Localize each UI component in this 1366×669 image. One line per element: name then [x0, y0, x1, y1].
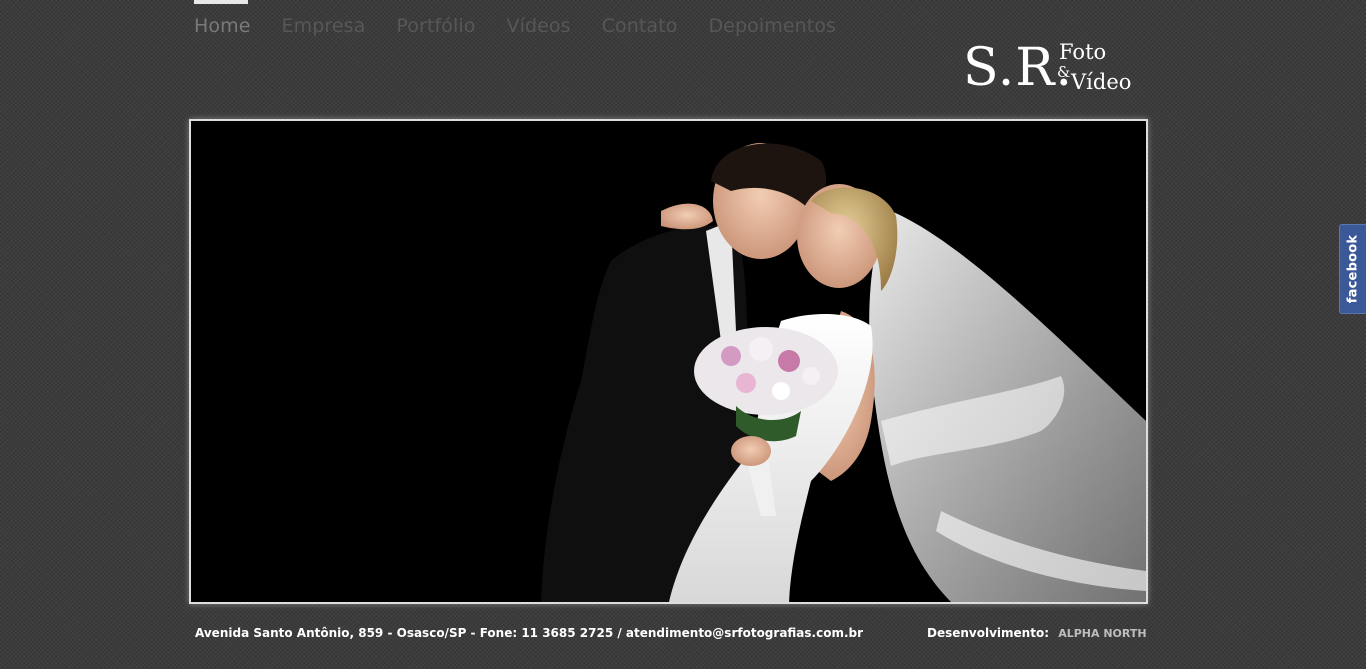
logo-video-text: Vídeo — [1071, 70, 1132, 94]
hero-photo — [189, 119, 1148, 604]
dev-link[interactable]: ALPHA NORTH — [1058, 627, 1146, 640]
nav-home[interactable]: Home — [194, 0, 251, 37]
dev-label: Desenvolvimento: — [927, 626, 1050, 640]
logo-foto-text: Foto — [1059, 40, 1107, 64]
nav-portfolio[interactable]: Portfólio — [396, 0, 475, 37]
nav-empresa[interactable]: Empresa — [282, 0, 366, 37]
main-nav: Home Empresa Portfólio Vídeos Contato De… — [194, 0, 867, 37]
brand-logo[interactable]: S.R. Foto & Vídeo — [963, 36, 1153, 100]
footer-address: Avenida Santo Antônio, 859 - Osasco/SP -… — [195, 626, 864, 640]
facebook-tab[interactable]: facebook — [1339, 224, 1366, 314]
wedding-couple-image — [191, 121, 1146, 602]
nav-depoimentos[interactable]: Depoimentos — [708, 0, 836, 37]
nav-contato[interactable]: Contato — [602, 0, 678, 37]
facebook-label: facebook — [1345, 234, 1361, 304]
logo-ampersand: & — [1057, 63, 1071, 81]
nav-videos[interactable]: Vídeos — [506, 0, 570, 37]
footer-credits: Desenvolvimento: ALPHA NORTH — [927, 626, 1147, 640]
